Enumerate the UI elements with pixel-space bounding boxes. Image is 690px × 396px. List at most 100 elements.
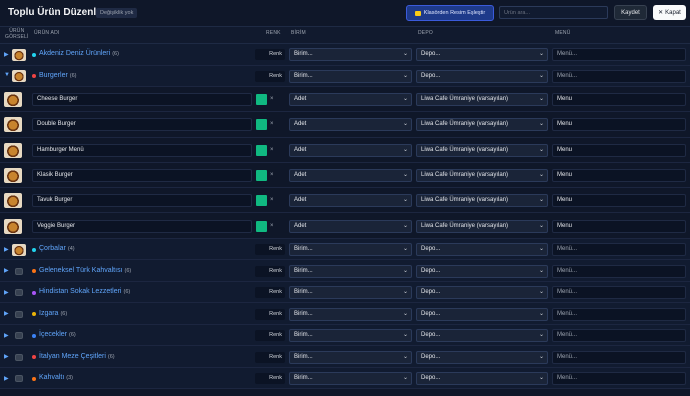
- color-picker[interactable]: Renk: [255, 330, 285, 342]
- unit-select[interactable]: Birim... ⌄: [289, 69, 412, 83]
- color-picker[interactable]: Renk: [255, 351, 285, 363]
- color-picker[interactable]: Renk: [255, 265, 285, 277]
- expand-toggle-icon[interactable]: ▶: [4, 375, 9, 382]
- color-swatch[interactable]: [256, 195, 267, 207]
- category-name[interactable]: Akdeniz Deniz Ürünleri (6): [39, 50, 119, 57]
- menu-input[interactable]: Menu: [552, 219, 686, 233]
- product-image[interactable]: [4, 92, 22, 108]
- product-image[interactable]: [4, 117, 22, 133]
- unit-select[interactable]: Birim... ⌄: [289, 243, 412, 257]
- category-name[interactable]: İtalyan Meze Çeşitleri (6): [39, 353, 115, 360]
- collapse-toggle-icon[interactable]: ▼: [4, 72, 10, 78]
- category-name[interactable]: Hindistan Sokak Lezzetleri (6): [39, 288, 130, 295]
- depot-select[interactable]: Liwa Cafe Ümraniye (varsayılan) ⌄: [416, 194, 548, 208]
- color-swatch[interactable]: [256, 119, 267, 131]
- depot-select[interactable]: Depo... ⌄: [416, 307, 548, 321]
- color-picker[interactable]: Renk: [255, 287, 285, 299]
- color-picker[interactable]: Renk: [255, 70, 285, 82]
- unit-select[interactable]: Adet ⌄: [289, 93, 412, 107]
- category-name[interactable]: Kahvaltı (3): [39, 374, 73, 381]
- menu-input[interactable]: Menu: [552, 93, 686, 107]
- category-name[interactable]: Geleneksel Türk Kahvaltısı (6): [39, 267, 131, 274]
- expand-toggle-icon[interactable]: ▶: [4, 310, 9, 317]
- depot-select[interactable]: Liwa Cafe Ümraniye (varsayılan) ⌄: [416, 169, 548, 183]
- depot-select[interactable]: Liwa Cafe Ümraniye (varsayılan) ⌄: [416, 143, 548, 157]
- menu-input[interactable]: Menü...: [552, 329, 686, 343]
- menu-input[interactable]: Menu: [552, 194, 686, 208]
- clear-color-icon[interactable]: ×: [270, 147, 274, 153]
- color-picker[interactable]: Renk: [255, 308, 285, 320]
- expand-toggle-icon[interactable]: ▶: [4, 353, 9, 360]
- color-swatch[interactable]: [256, 170, 267, 182]
- unit-select[interactable]: Birim... ⌄: [289, 329, 412, 343]
- unit-select[interactable]: Birim... ⌄: [289, 350, 412, 364]
- expand-toggle-icon[interactable]: ▶: [4, 332, 9, 339]
- unit-select[interactable]: Birim... ⌄: [289, 307, 412, 321]
- color-picker[interactable]: Renk: [255, 244, 285, 256]
- product-image[interactable]: [4, 142, 22, 158]
- depot-select[interactable]: Depo... ⌄: [416, 69, 548, 83]
- menu-input[interactable]: Menü...: [552, 372, 686, 386]
- depot-select[interactable]: Depo... ⌄: [416, 350, 548, 364]
- product-image[interactable]: [4, 193, 22, 209]
- product-image[interactable]: [4, 218, 22, 234]
- menu-input[interactable]: Menü...: [552, 307, 686, 321]
- clear-color-icon[interactable]: ×: [270, 223, 274, 229]
- menu-input[interactable]: Menu: [552, 143, 686, 157]
- depot-select[interactable]: Liwa Cafe Ümraniye (varsayılan) ⌄: [416, 219, 548, 233]
- menu-input[interactable]: Menü...: [552, 48, 686, 62]
- product-name-input[interactable]: Cheese Burger: [32, 93, 252, 107]
- category-name[interactable]: Izgara (6): [39, 310, 67, 317]
- save-button[interactable]: Kaydet: [614, 5, 647, 20]
- unit-select[interactable]: Birim... ⌄: [289, 264, 412, 278]
- color-swatch[interactable]: [256, 220, 267, 232]
- category-name[interactable]: Çorbalar (4): [39, 245, 75, 252]
- depot-select[interactable]: Depo... ⌄: [416, 48, 548, 62]
- menu-input[interactable]: Menü...: [552, 286, 686, 300]
- menu-input[interactable]: Menü...: [552, 264, 686, 278]
- depot-select[interactable]: Depo... ⌄: [416, 243, 548, 257]
- expand-toggle-icon[interactable]: ▶: [4, 289, 9, 296]
- unit-select[interactable]: Adet ⌄: [289, 219, 412, 233]
- search-input[interactable]: [499, 6, 608, 19]
- depot-select[interactable]: Liwa Cafe Ümraniye (varsayılan) ⌄: [416, 118, 548, 132]
- category-name[interactable]: Burgerler (6): [39, 72, 77, 79]
- menu-input[interactable]: Menu: [552, 118, 686, 132]
- color-swatch[interactable]: [256, 94, 267, 106]
- product-name-input[interactable]: Hamburger Menü: [32, 143, 252, 157]
- color-picker[interactable]: Renk: [255, 373, 285, 385]
- clear-color-icon[interactable]: ×: [270, 172, 274, 178]
- menu-input[interactable]: Menü...: [552, 350, 686, 364]
- color-picker[interactable]: Renk: [255, 49, 285, 61]
- depot-select[interactable]: Liwa Cafe Ümraniye (varsayılan) ⌄: [416, 93, 548, 107]
- unit-select[interactable]: Adet ⌄: [289, 118, 412, 132]
- unit-select[interactable]: Adet ⌄: [289, 169, 412, 183]
- product-name-input[interactable]: Double Burger: [32, 118, 252, 132]
- unit-select[interactable]: Birim... ⌄: [289, 286, 412, 300]
- color-swatch[interactable]: [256, 144, 267, 156]
- clear-color-icon[interactable]: ×: [270, 121, 274, 127]
- expand-toggle-icon[interactable]: ▶: [4, 51, 9, 58]
- close-button[interactable]: ✕ Kapat: [653, 5, 686, 20]
- menu-input[interactable]: Menü...: [552, 243, 686, 257]
- depot-select[interactable]: Depo... ⌄: [416, 286, 548, 300]
- category-name[interactable]: İçecekler (6): [39, 331, 76, 338]
- clear-color-icon[interactable]: ×: [270, 96, 274, 102]
- expand-toggle-icon[interactable]: ▶: [4, 246, 9, 253]
- product-image[interactable]: [4, 168, 22, 184]
- product-name-input[interactable]: Klasik Burger: [32, 169, 252, 183]
- expand-toggle-icon[interactable]: ▶: [4, 267, 9, 274]
- match-images-button[interactable]: Klasörden Resim Eşleştir: [406, 5, 494, 21]
- menu-input[interactable]: Menu: [552, 169, 686, 183]
- depot-select[interactable]: Depo... ⌄: [416, 264, 548, 278]
- unit-select[interactable]: Birim... ⌄: [289, 372, 412, 386]
- menu-input[interactable]: Menü...: [552, 69, 686, 83]
- depot-select[interactable]: Depo... ⌄: [416, 329, 548, 343]
- unit-select[interactable]: Adet ⌄: [289, 143, 412, 157]
- unit-select[interactable]: Birim... ⌄: [289, 48, 412, 62]
- product-name-input[interactable]: Tavuk Burger: [32, 194, 252, 208]
- unit-select[interactable]: Adet ⌄: [289, 194, 412, 208]
- clear-color-icon[interactable]: ×: [270, 197, 274, 203]
- depot-select[interactable]: Depo... ⌄: [416, 372, 548, 386]
- product-name-input[interactable]: Veggie Burger: [32, 219, 252, 233]
